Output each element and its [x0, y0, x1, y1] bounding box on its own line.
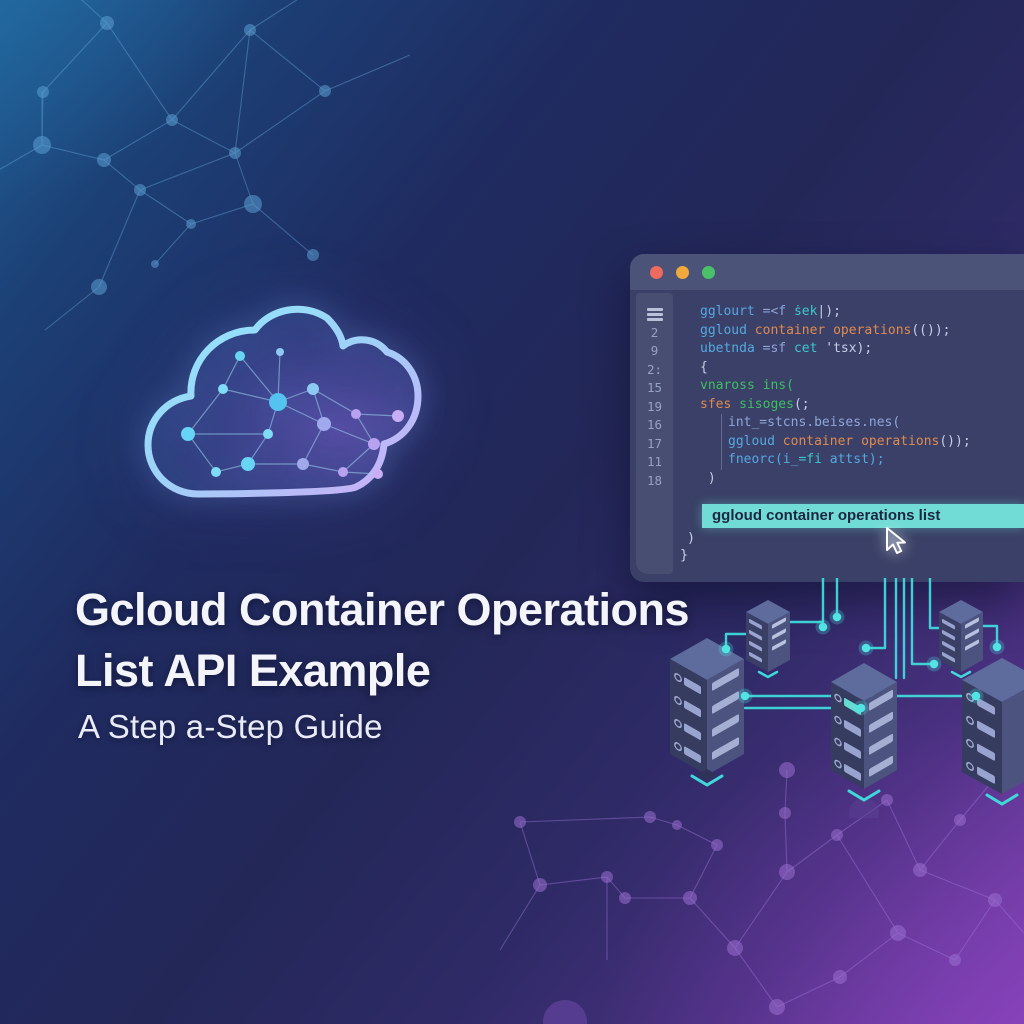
line-number: 17: [636, 435, 673, 454]
code-line: fneorc(i_=fi attst);: [700, 451, 1020, 470]
code-line: {: [700, 359, 1020, 378]
line-number: 19: [636, 398, 673, 417]
close-icon[interactable]: [650, 266, 663, 279]
cloud-network-icon: [128, 293, 428, 515]
line-number: 2: [636, 324, 673, 343]
window-titlebar: [630, 254, 1024, 290]
zoom-icon[interactable]: [702, 266, 715, 279]
menu-icon: [636, 305, 673, 324]
code-line: gglourt =<f ṡek|);: [700, 303, 1020, 322]
code-line: int_=stcns.beises.nes(: [700, 414, 1020, 433]
line-number: 9: [636, 342, 673, 361]
code-line: vnaross ins(: [700, 377, 1020, 396]
server-rack-icon: [962, 658, 1024, 804]
line-number: 18: [636, 472, 673, 491]
closing-brace: }: [680, 547, 688, 563]
line-number: 16: [636, 416, 673, 435]
gutter-rows: 292:151916171118: [636, 293, 673, 490]
minimize-icon[interactable]: [676, 266, 689, 279]
page-subtitle: A Step a-Step Guide: [78, 708, 383, 746]
page-title-line-2: List API Example: [75, 645, 430, 697]
highlighted-command[interactable]: ggloud container operations list: [702, 504, 1024, 528]
line-number: 11: [636, 453, 673, 472]
code-line: ggloud container operations(());: [700, 322, 1020, 341]
circuit-lines: [726, 578, 997, 708]
line-number-gutter: 292:151916171118: [636, 293, 673, 574]
code-lines: gglourt =<f ṡek|);ggloud container opera…: [700, 290, 1020, 488]
code-line: ): [700, 470, 1020, 489]
server-network-illustration: [660, 578, 1024, 818]
mouse-cursor-icon: [884, 526, 910, 556]
code-line: sfes sisoges(;: [700, 396, 1020, 415]
line-number: 2:: [636, 361, 673, 380]
line-number: 15: [636, 379, 673, 398]
bottom-dot: [543, 1000, 587, 1024]
server-rack-icon: [670, 638, 744, 785]
server-rack-icon: [939, 600, 983, 677]
code-line: ubetnda =sf cet 'tsx);: [700, 340, 1020, 359]
server-rack-icon: [831, 663, 897, 818]
code-line: ggloud container operations());: [700, 433, 1020, 452]
page-title-line-1: Gcloud Container Operations: [75, 584, 689, 636]
circuit-dots: [719, 610, 1005, 716]
server-rack-icon: [746, 600, 790, 677]
code-editor-window: 292:151916171118 gglourt =<f ṡek|);gglou…: [630, 254, 1024, 582]
closing-paren: ): [687, 530, 695, 546]
poster-canvas: 292:151916171118 gglourt =<f ṡek|);gglou…: [0, 0, 1024, 1024]
